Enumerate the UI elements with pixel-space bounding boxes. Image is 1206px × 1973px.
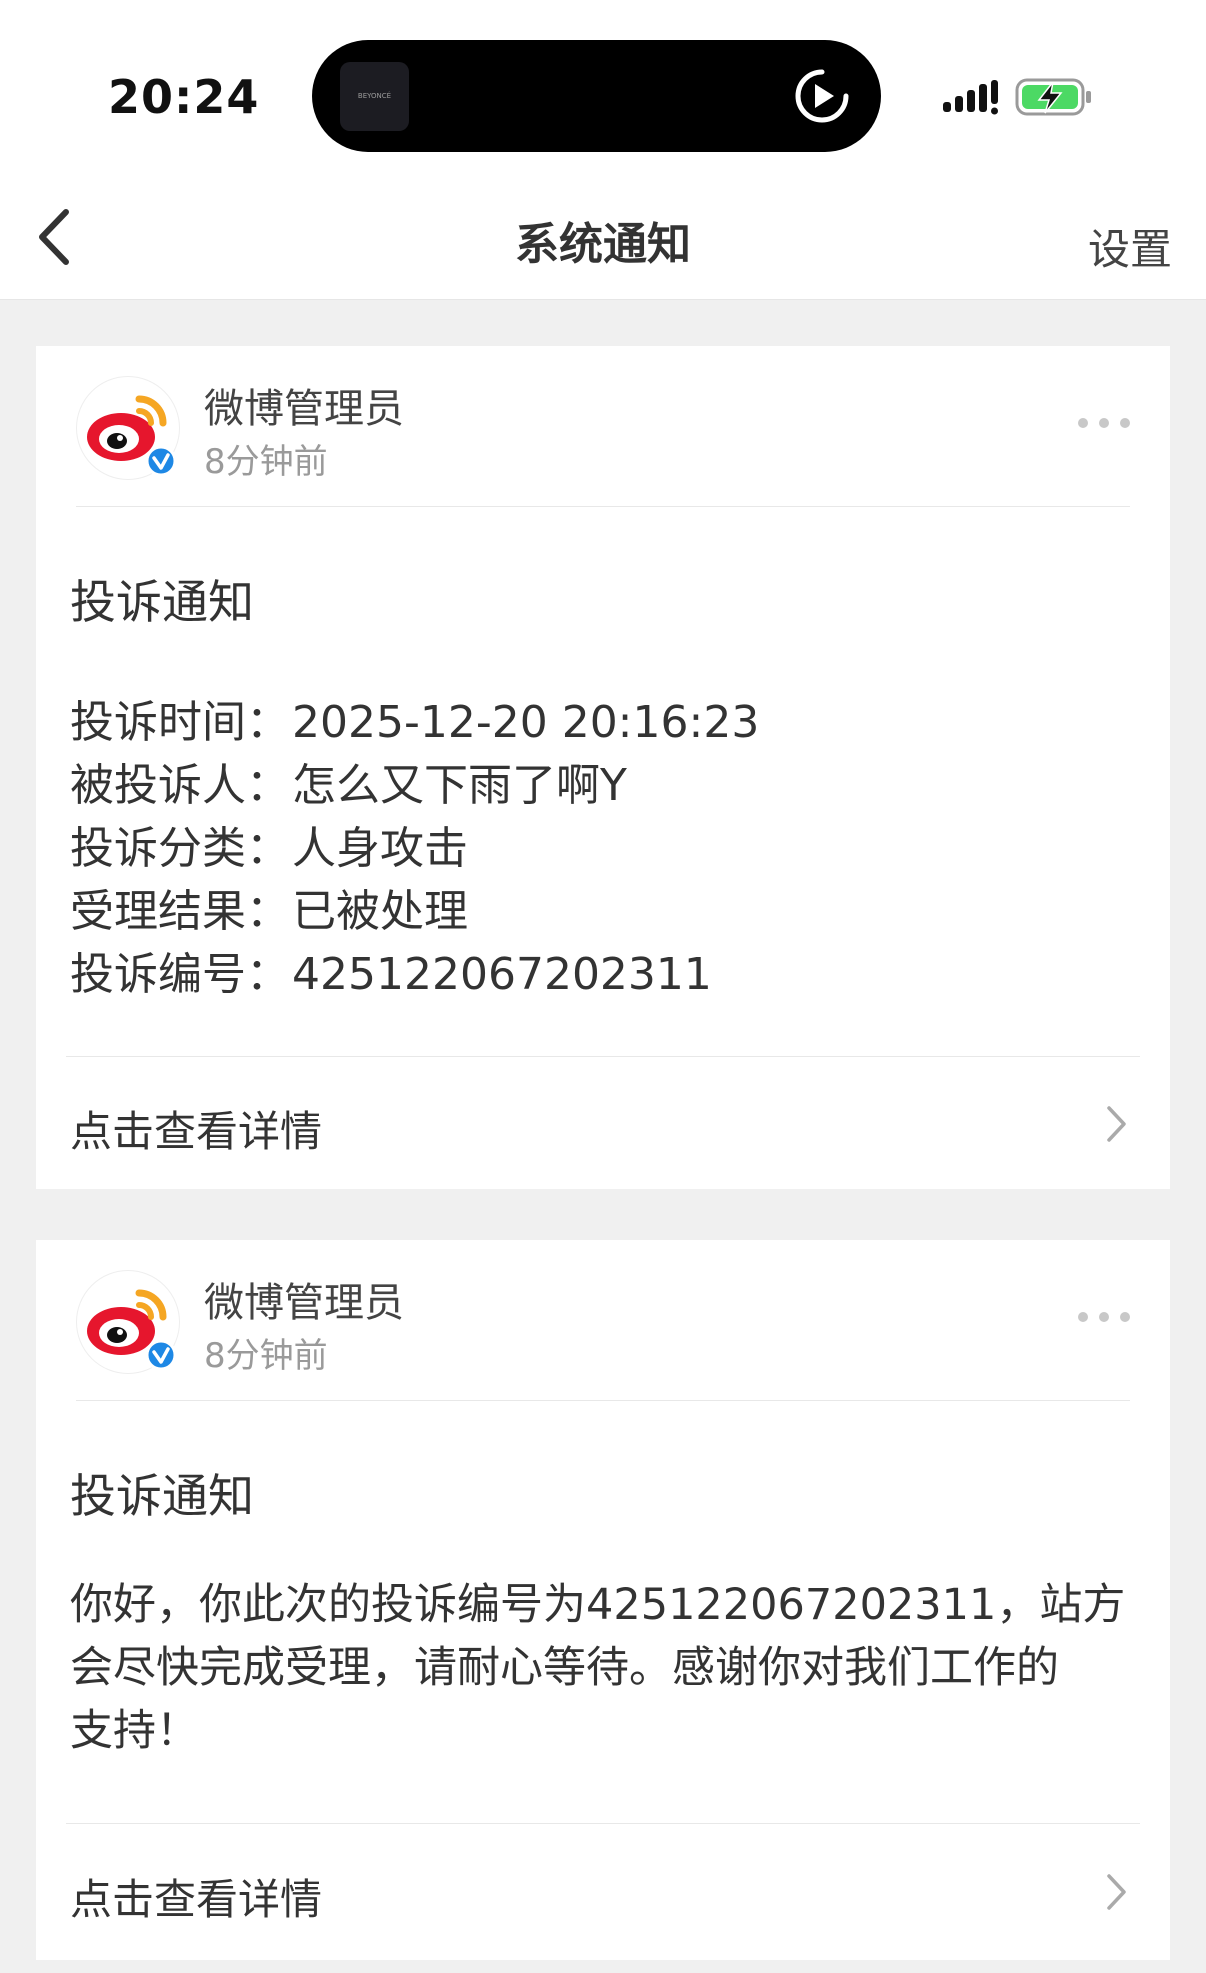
play-circle-icon[interactable]: [793, 67, 851, 125]
divider: [66, 1823, 1140, 1824]
signal-icon: [943, 80, 998, 115]
nav-bar: 系统通知 设置: [0, 170, 1206, 300]
notice-title: 投诉通知: [70, 1469, 254, 1523]
info-label: 被投诉人：: [70, 760, 290, 811]
info-value: 已被处理: [292, 886, 468, 937]
info-value: 2025-12-20 20:16:23: [292, 697, 760, 748]
card-header: 微博管理员 8分钟前: [36, 1240, 1170, 1401]
divider: [76, 1400, 1130, 1401]
body-line: 支持！: [70, 1706, 199, 1756]
sender-name: 微博管理员: [204, 1280, 404, 1326]
info-value: 怎么又下雨了啊Y: [292, 760, 627, 811]
chevron-right-icon[interactable]: [1104, 1104, 1130, 1144]
settings-button[interactable]: 设置: [1088, 216, 1172, 277]
body-line: 你好，你此次的投诉编号为425122067202311，站方: [70, 1580, 1126, 1630]
weibo-avatar[interactable]: [76, 1270, 180, 1374]
info-label: 投诉分类：: [70, 823, 290, 874]
weibo-logo-icon: [87, 395, 177, 477]
info-category: 投诉分类：人身攻击: [70, 812, 468, 876]
info-result: 受理结果：已被处理: [70, 875, 468, 939]
timestamp: 8分钟前: [204, 1336, 328, 1376]
more-options-icon[interactable]: [1076, 1310, 1132, 1324]
info-complaint-id: 投诉编号：425122067202311: [70, 938, 712, 1002]
sender-name: 微博管理员: [204, 386, 404, 432]
info-respondent: 被投诉人：怎么又下雨了啊Y: [70, 749, 627, 813]
timestamp: 8分钟前: [204, 442, 328, 482]
info-complaint-time: 投诉时间：2025-12-20 20:16:23: [70, 686, 759, 750]
notice-body: 你好，你此次的投诉编号为425122067202311，站方 会尽快完成受理，请…: [70, 1574, 1140, 1763]
view-details-link[interactable]: 点击查看详情: [70, 1098, 322, 1159]
dynamic-island[interactable]: BEYONCÉ: [312, 40, 881, 152]
notification-card: 微博管理员 8分钟前 投诉通知 你好，你此次的投诉编号为425122067202…: [36, 1240, 1170, 1960]
info-label: 投诉编号：: [70, 949, 290, 1000]
battery-charging-icon: [1015, 78, 1091, 116]
divider: [66, 1056, 1140, 1057]
weibo-logo-icon: [87, 1289, 177, 1371]
weibo-avatar[interactable]: [76, 376, 180, 480]
notice-title: 投诉通知: [70, 575, 254, 629]
info-value: 425122067202311: [292, 949, 712, 1000]
chevron-right-icon[interactable]: [1104, 1872, 1130, 1912]
clock: 20:24: [108, 70, 260, 124]
more-options-icon[interactable]: [1076, 416, 1132, 430]
info-label: 受理结果：: [70, 886, 290, 937]
card-header: 微博管理员 8分钟前: [36, 346, 1170, 507]
divider: [76, 506, 1130, 507]
info-label: 投诉时间：: [70, 697, 290, 748]
body-line: 会尽快完成受理，请耐心等待。感谢你对我们工作的: [70, 1643, 1059, 1693]
notification-card: 微博管理员 8分钟前 投诉通知 投诉时间：2025-12-20 20:16:23…: [36, 346, 1170, 1189]
status-bar: 20:24 BEYONCÉ: [0, 0, 1206, 170]
info-value: 人身攻击: [292, 823, 468, 874]
album-art: BEYONCÉ: [340, 62, 409, 131]
page-title: 系统通知: [515, 219, 691, 270]
view-details-link[interactable]: 点击查看详情: [70, 1866, 322, 1927]
